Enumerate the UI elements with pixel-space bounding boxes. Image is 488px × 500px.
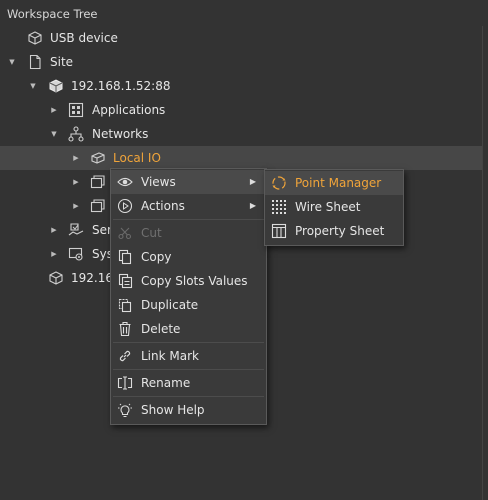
expand-arrow-icon[interactable]: ▶ (71, 170, 81, 194)
menu-item-property-sheet[interactable]: Property Sheet (265, 219, 403, 243)
collapse-arrow-icon[interactable]: ▼ (7, 50, 17, 74)
menu-item-cut[interactable]: Cut (111, 221, 266, 245)
tree-label-networks: Networks (92, 127, 149, 141)
tree-label-site: Site (50, 55, 74, 69)
link-icon (117, 348, 133, 364)
copy-icon (117, 249, 133, 265)
menu-item-actions[interactable]: Actions ▶ (111, 194, 266, 218)
menu-item-rename[interactable]: Rename (111, 371, 266, 395)
document-icon (27, 54, 43, 70)
menu-item-views[interactable]: Views ▶ (111, 170, 266, 194)
property-sheet-icon (271, 223, 287, 239)
tree-item-site[interactable]: ▼ Site (0, 50, 482, 74)
tree-label-local-io: Local IO (113, 151, 161, 165)
copy-slots-icon (117, 273, 133, 289)
menu-label-copy: Copy (141, 250, 172, 264)
tree-item-host[interactable]: ▼ 192.168.1.52:88 (0, 74, 482, 98)
tree-item-usb-device[interactable]: USB device (0, 26, 482, 50)
menu-separator (113, 396, 264, 397)
expand-arrow-icon[interactable]: ▶ (71, 194, 81, 218)
menu-item-copy-slots-values[interactable]: Copy Slots Values (111, 269, 266, 293)
device-icon (48, 270, 64, 286)
menu-label-actions: Actions (141, 199, 185, 213)
menu-label-cut: Cut (141, 226, 162, 240)
menu-separator (113, 219, 264, 220)
tree-label-host-2: 192.16 (71, 271, 113, 285)
collapse-arrow-icon[interactable]: ▼ (49, 122, 59, 146)
panel-title: Workspace Tree (7, 7, 98, 21)
tree-item-applications[interactable]: ▶ Applications (0, 98, 482, 122)
panel-border (482, 26, 483, 500)
tree-item-local-io[interactable]: ▶ Local IO (0, 146, 482, 170)
tree-item-networks[interactable]: ▼ Networks (0, 122, 482, 146)
menu-separator (113, 342, 264, 343)
views-submenu: Point Manager Wire Sheet Property Sheet (264, 169, 404, 246)
menu-label-link-mark: Link Mark (141, 349, 199, 363)
network-device-icon (90, 198, 106, 214)
menu-item-duplicate[interactable]: Duplicate (111, 293, 266, 317)
trash-icon (117, 321, 133, 337)
menu-item-copy[interactable]: Copy (111, 245, 266, 269)
point-manager-icon (271, 175, 287, 191)
local-io-icon (90, 150, 106, 166)
services-icon (68, 222, 84, 238)
menu-item-link-mark[interactable]: Link Mark (111, 344, 266, 368)
menu-label-duplicate: Duplicate (141, 298, 199, 312)
submenu-arrow-icon: ▶ (249, 177, 256, 186)
rename-icon (117, 375, 133, 391)
menu-label-wire-sheet: Wire Sheet (295, 200, 361, 214)
system-icon (68, 246, 84, 262)
networks-icon (68, 126, 84, 142)
lightbulb-icon (117, 402, 133, 418)
menu-label-rename: Rename (141, 376, 191, 390)
duplicate-icon (117, 297, 133, 313)
expand-arrow-icon[interactable]: ▶ (71, 146, 81, 170)
usb-device-icon (27, 30, 43, 46)
wire-sheet-icon (271, 199, 287, 215)
menu-item-wire-sheet[interactable]: Wire Sheet (265, 195, 403, 219)
scissors-icon (117, 225, 133, 241)
menu-separator (113, 369, 264, 370)
play-circle-icon (117, 198, 133, 214)
menu-label-delete: Delete (141, 322, 181, 336)
tree-label-applications: Applications (92, 103, 166, 117)
tree-label-usb: USB device (50, 31, 118, 45)
menu-item-delete[interactable]: Delete (111, 317, 266, 341)
tree-label-services: Ser (92, 223, 112, 237)
menu-label-point-manager: Point Manager (295, 176, 382, 190)
expand-arrow-icon[interactable]: ▶ (49, 218, 59, 242)
menu-label-show-help: Show Help (141, 403, 205, 417)
menu-item-point-manager[interactable]: Point Manager (265, 171, 403, 195)
expand-arrow-icon[interactable]: ▶ (49, 242, 59, 266)
tree-label-host: 192.168.1.52:88 (71, 79, 171, 93)
menu-item-show-help[interactable]: Show Help (111, 398, 266, 422)
eye-icon (117, 174, 133, 190)
collapse-arrow-icon[interactable]: ▼ (28, 74, 38, 98)
menu-label-views: Views (141, 175, 176, 189)
applications-icon (68, 102, 84, 118)
menu-label-copy-slots: Copy Slots Values (141, 274, 248, 288)
expand-arrow-icon[interactable]: ▶ (49, 98, 59, 122)
device-icon (48, 78, 64, 94)
menu-label-property-sheet: Property Sheet (295, 224, 385, 238)
context-menu: Views ▶ Actions ▶ Cut Copy Copy Slots Va… (110, 168, 267, 425)
submenu-arrow-icon: ▶ (249, 201, 256, 210)
network-device-icon (90, 174, 106, 190)
